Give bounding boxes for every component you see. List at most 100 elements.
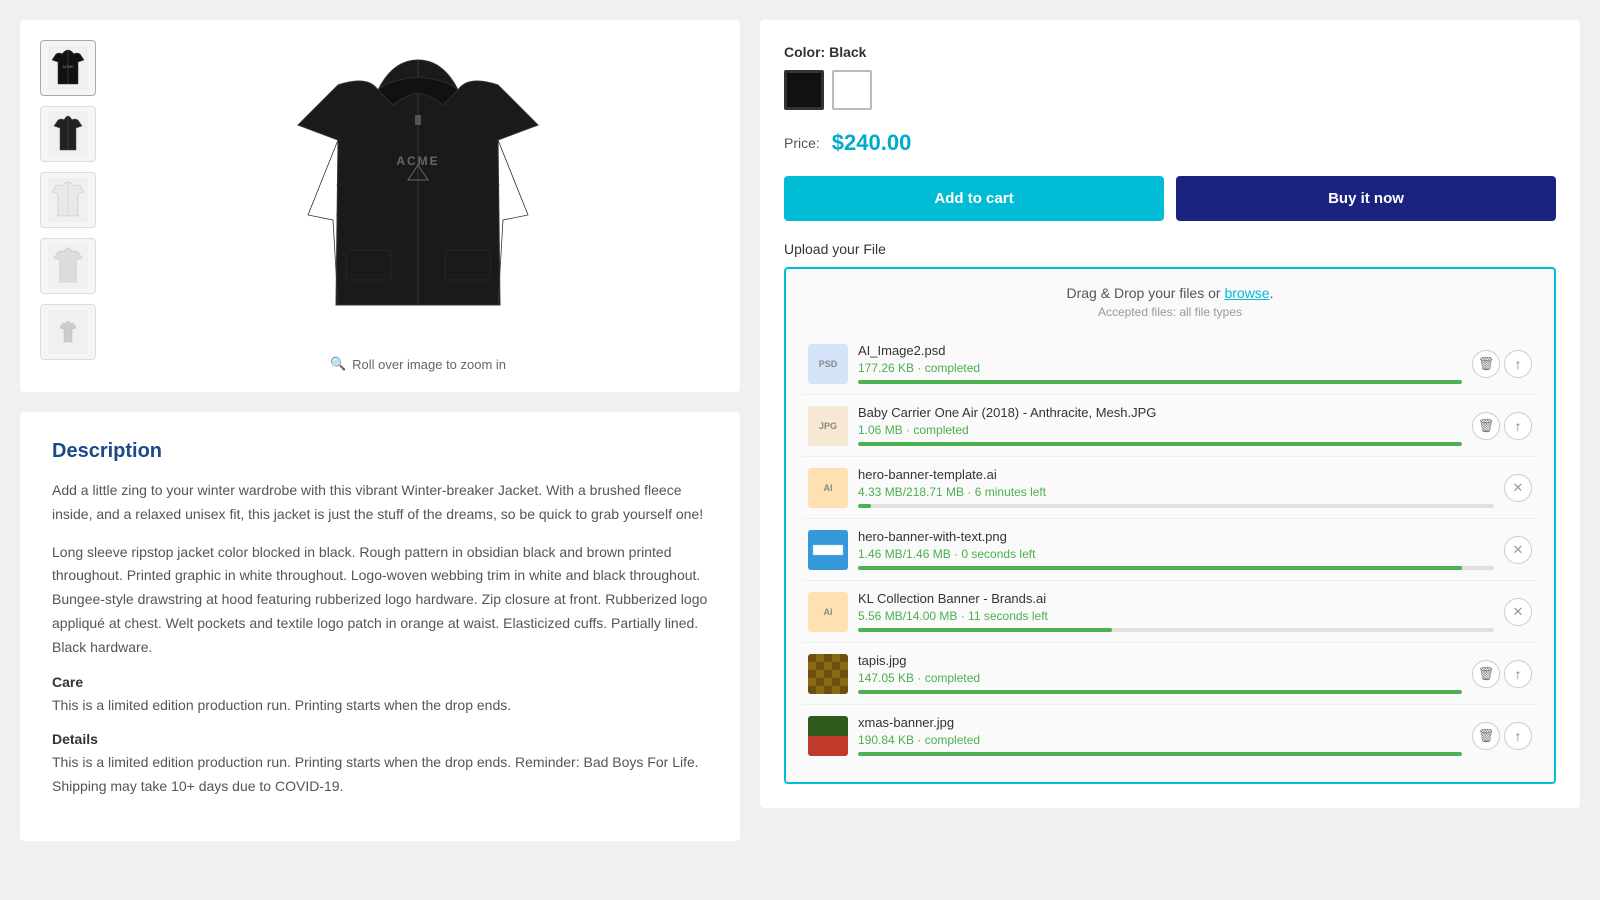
price-label: Price: [784,135,820,151]
zoom-hint: 🔍 Roll over image to zoom in [330,356,506,372]
upload-label: Upload your File [784,241,1556,257]
file-list: PSDAI_Image2.psd177.26 KB · completed🗑↑J… [802,333,1538,766]
description-para1: Add a little zing to your winter wardrob… [52,479,708,527]
progress-bar-background [858,504,1494,508]
thumbnail-list: ACME [40,40,100,372]
file-item: AI KL Collection Banner - Brands.ai 5.56 M… [802,581,1538,643]
file-name: KL Collection Banner - Brands.ai [858,591,1494,606]
delete-file-button[interactable]: 🗑 [1472,350,1500,378]
description-title: Description [52,440,708,463]
progress-bar-background [858,442,1462,446]
file-name: tapis.jpg [858,653,1462,668]
button-row: Add to cart Buy it now [784,176,1556,221]
reupload-file-button[interactable]: ↑ [1504,412,1532,440]
file-name: hero-banner-template.ai [858,467,1494,482]
file-info: tapis.jpg 147.05 KB · completed [858,653,1462,694]
delete-file-button[interactable]: 🗑 [1472,660,1500,688]
zoom-icon: 🔍 [330,356,346,372]
progress-bar-background [858,690,1462,694]
cancel-upload-button[interactable]: ✕ [1504,536,1532,564]
drop-zone-sub: Accepted files: all file types [802,305,1538,319]
file-item: hero-banner-with-text.png1.46 MB/1.46 MB… [802,519,1538,581]
drop-period: . [1270,285,1274,301]
add-to-cart-button[interactable]: Add to cart [784,176,1164,221]
file-name: xmas-banner.jpg [858,715,1462,730]
file-name: Baby Carrier One Air (2018) - Anthracite… [858,405,1462,420]
file-info: Baby Carrier One Air (2018) - Anthracite… [858,405,1462,446]
progress-bar-background [858,628,1494,632]
file-info: hero-banner-template.ai 4.33 MB/218.71 MB… [858,467,1494,508]
description-panel: Description Add a little zing to your wi… [20,412,740,841]
thumbnail-2[interactable] [40,106,96,162]
main-jacket: ACME [268,40,568,340]
reupload-file-button[interactable]: ↑ [1504,350,1532,378]
file-thumbnail [808,716,848,756]
file-status: 147.05 KB · completed [858,671,1462,685]
file-status: 5.56 MB/14.00 MB · 11 seconds left [858,609,1494,623]
main-image-area: ACME [116,40,720,372]
drop-browse-link[interactable]: browse [1224,285,1269,301]
drop-zone[interactable]: Drag & Drop your files or browse. Accept… [784,267,1556,784]
buy-now-button[interactable]: Buy it now [1176,176,1556,221]
file-thumbnail: JPG [808,406,848,446]
file-item: AI hero-banner-template.ai 4.33 MB/218.71 … [802,457,1538,519]
progress-bar-fill [858,566,1462,570]
file-info: xmas-banner.jpg 190.84 KB · completed [858,715,1462,756]
price-section: Price: $240.00 [784,130,1556,156]
file-thumbnail: PSD [808,344,848,384]
progress-bar-background [858,566,1494,570]
file-status: 4.33 MB/218.71 MB · 6 minutes left [858,485,1494,499]
drop-text: Drag & Drop your files or [1067,285,1225,301]
file-status: 1.06 MB · completed [858,423,1462,437]
delete-file-button[interactable]: 🗑 [1472,722,1500,750]
progress-bar-fill [858,752,1462,756]
file-thumbnail [808,530,848,570]
file-name: AI_Image2.psd [858,343,1462,358]
file-status: 190.84 KB · completed [858,733,1462,747]
file-info: hero-banner-with-text.png1.46 MB/1.46 MB… [858,529,1494,570]
cancel-upload-button[interactable]: ✕ [1504,598,1532,626]
color-section: Color: Black [784,44,1556,110]
delete-file-button[interactable]: 🗑 [1472,412,1500,440]
product-image-panel: ACME [20,20,740,392]
description-para2: Long sleeve ripstop jacket color blocked… [52,541,708,660]
drop-zone-header: Drag & Drop your files or browse. [802,285,1538,301]
color-swatch-white[interactable] [832,70,872,110]
progress-bar-fill [858,380,1462,384]
progress-bar-background [858,752,1462,756]
svg-text:ACME: ACME [62,64,74,69]
file-thumbnail: AI [808,468,848,508]
progress-bar-fill [858,690,1462,694]
thumbnail-4[interactable] [40,238,96,294]
cancel-upload-button[interactable]: ✕ [1504,474,1532,502]
progress-bar-fill [858,628,1112,632]
thumbnail-1[interactable]: ACME [40,40,96,96]
file-item: PSD AI_Image2.psd 177.26 KB · completed 🗑↑ [802,333,1538,395]
reupload-file-button[interactable]: ↑ [1504,660,1532,688]
file-actions: 🗑↑ [1472,350,1532,378]
file-actions: ✕ [1504,536,1532,564]
reupload-file-button[interactable]: ↑ [1504,722,1532,750]
color-swatch-black[interactable] [784,70,824,110]
file-actions: 🗑↑ [1472,660,1532,688]
care-label: Care [52,674,708,690]
progress-bar-fill [858,504,871,508]
details-label: Details [52,731,708,747]
file-thumbnail [808,654,848,694]
file-status: 177.26 KB · completed [858,361,1462,375]
color-label: Color: Black [784,44,1556,60]
file-actions: 🗑↑ [1472,722,1532,750]
color-value: Black [829,44,866,60]
thumbnail-5[interactable] [40,304,96,360]
page-wrapper: ACME [0,0,1600,861]
details-text: This is a limited edition production run… [52,751,708,799]
file-actions: ✕ [1504,598,1532,626]
right-panel: Color: Black Price: $240.00 Add to cart … [760,20,1580,808]
file-actions: 🗑↑ [1472,412,1532,440]
progress-bar-background [858,380,1462,384]
color-label-text: Color: [784,44,829,60]
price-value: $240.00 [832,130,912,156]
thumbnail-3[interactable] [40,172,96,228]
care-text: This is a limited edition production run… [52,694,708,718]
file-thumbnail: AI [808,592,848,632]
